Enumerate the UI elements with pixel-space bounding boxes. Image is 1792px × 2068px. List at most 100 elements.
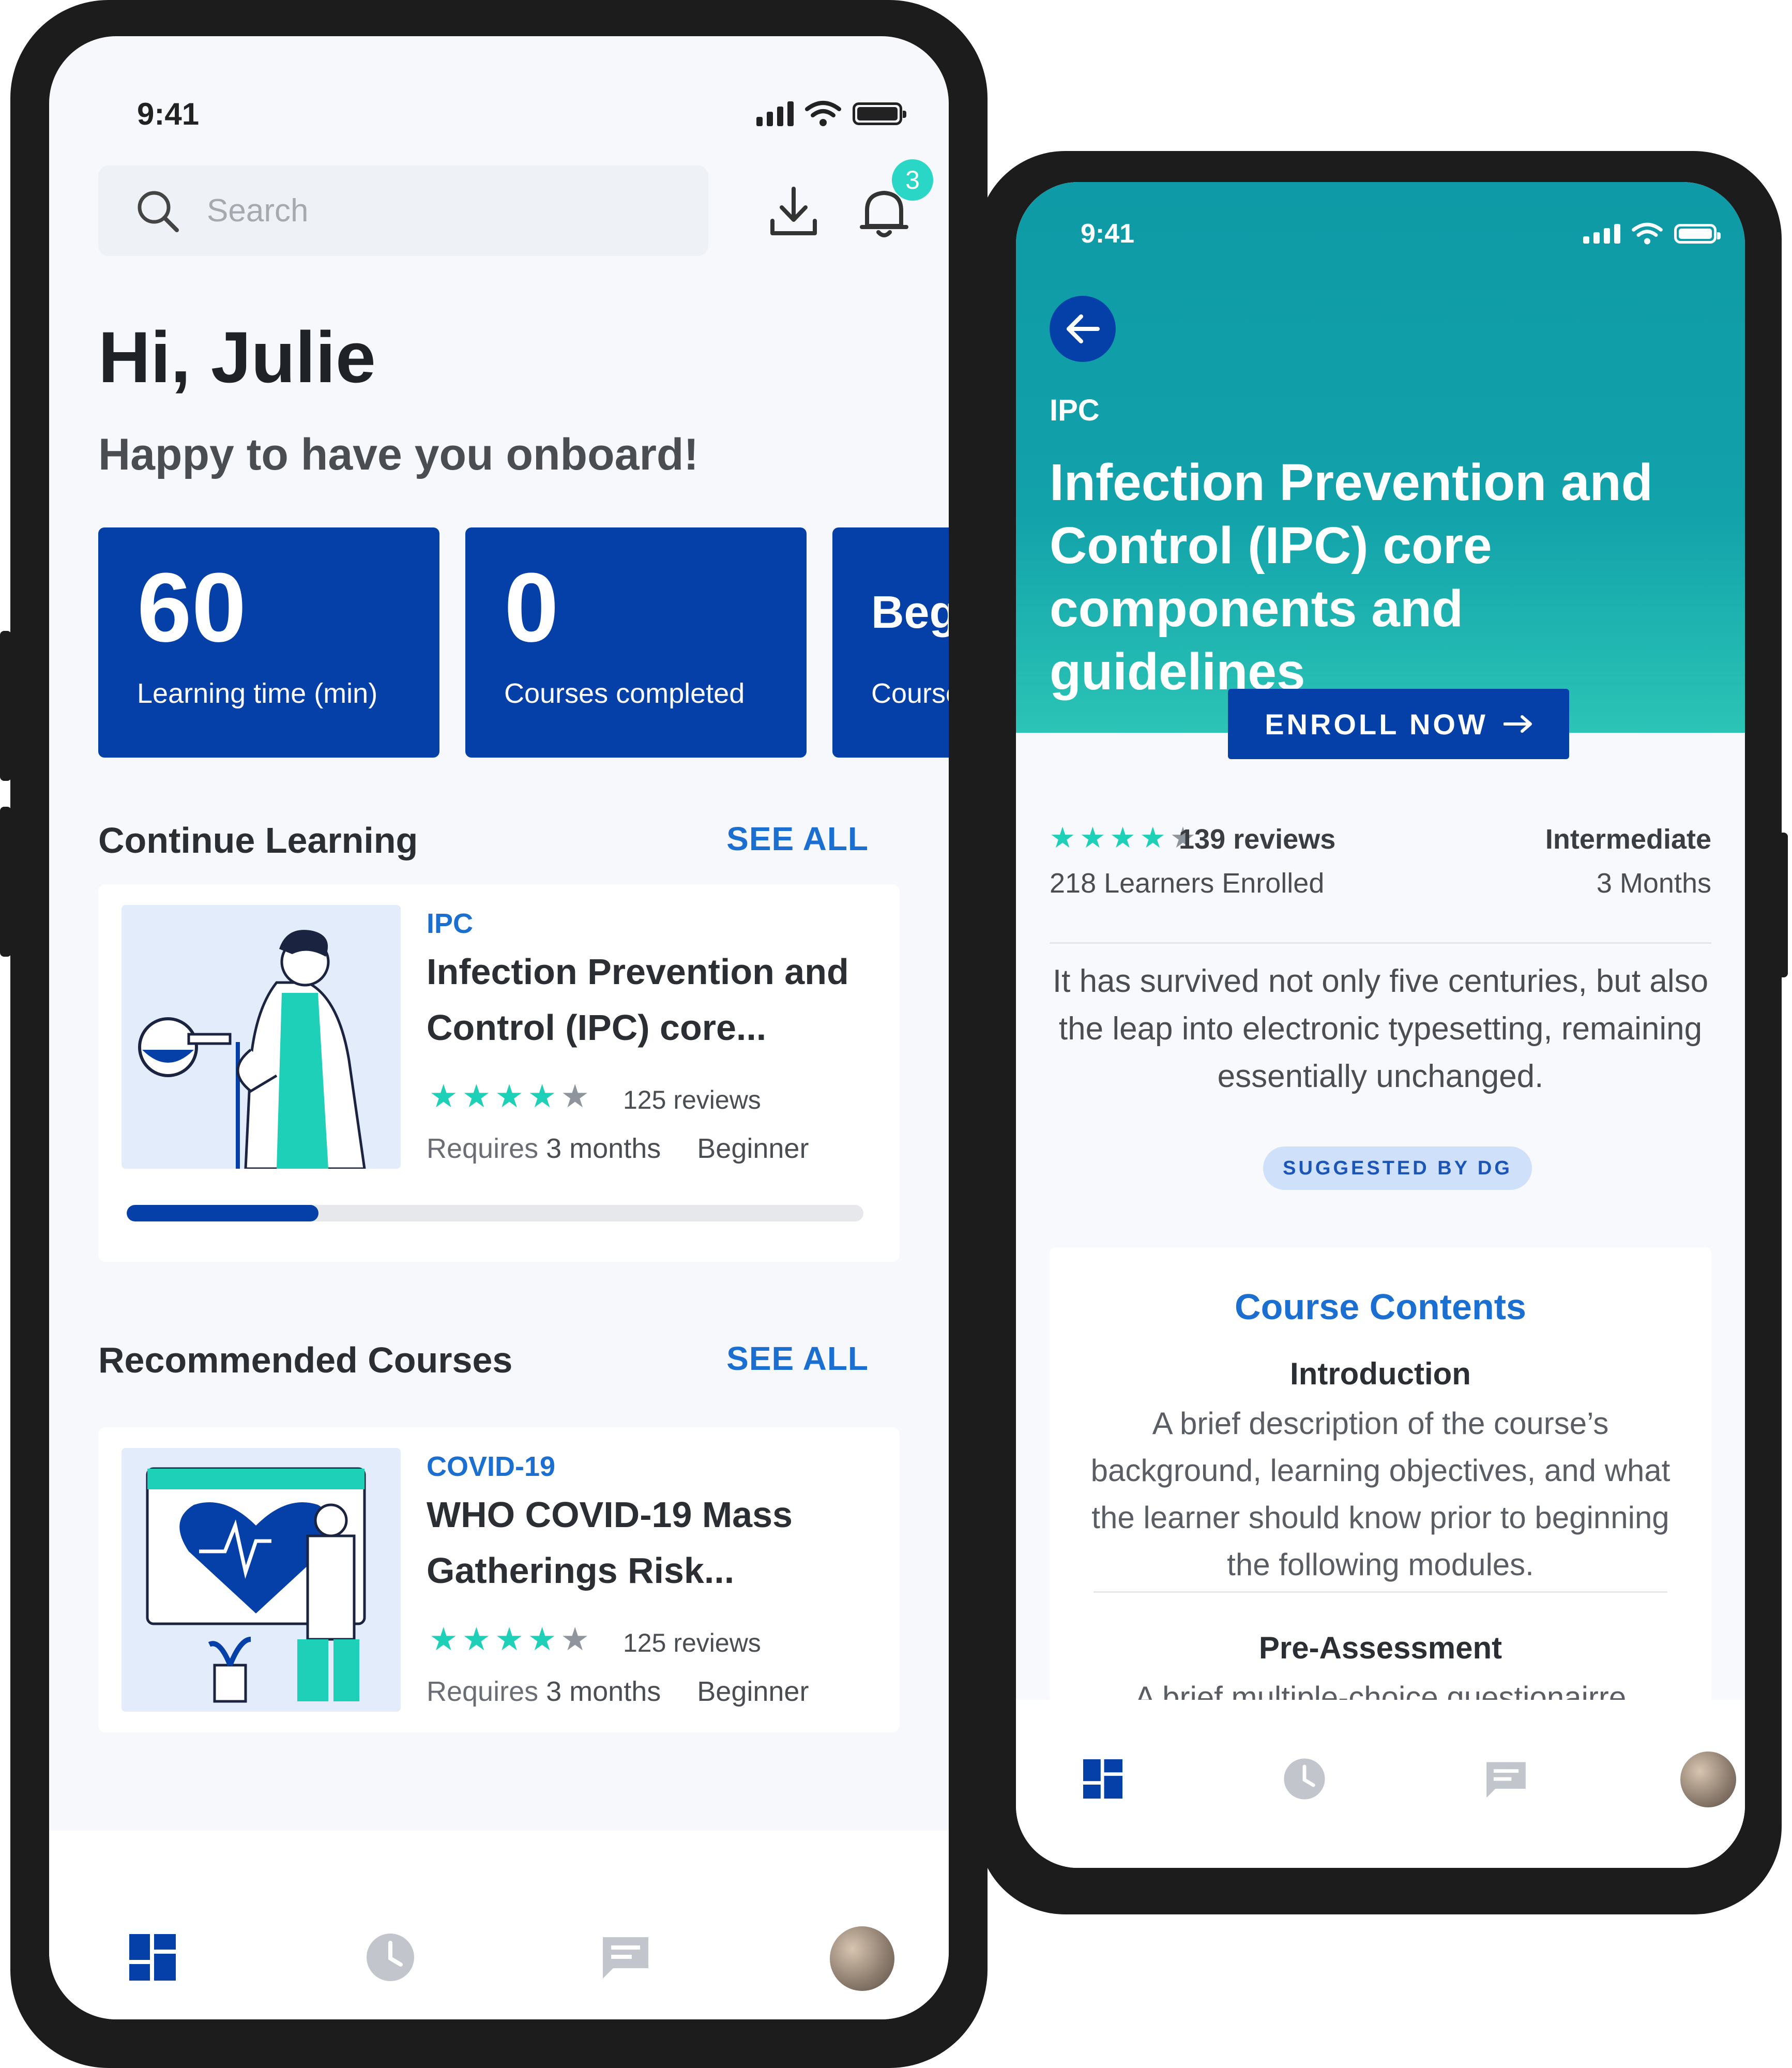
greeting-subtitle: Happy to have you onboard!: [98, 430, 699, 479]
status-bar: 9:41: [1016, 213, 1745, 254]
back-button[interactable]: [1050, 296, 1116, 362]
stat-label: Learning time (min): [137, 678, 378, 709]
star-icon: ★: [429, 1079, 458, 1114]
enroll-now-button[interactable]: ENROLL NOW: [1228, 689, 1569, 759]
recommended-course-card[interactable]: COVID-19 WHO COVID-19 Mass Gatherings Ri…: [98, 1427, 900, 1732]
profile-avatar[interactable]: [1680, 1752, 1736, 1807]
signal-icon: [1583, 224, 1620, 244]
rating-stars: ★ ★ ★ ★ ★: [429, 1081, 589, 1113]
profile-avatar[interactable]: [830, 1926, 894, 1991]
search-placeholder: Search: [207, 193, 309, 229]
star-icon: ★: [495, 1622, 524, 1657]
module-heading[interactable]: Introduction: [1050, 1356, 1711, 1392]
scientist-illustration: [138, 930, 366, 1169]
course-progress-bar: [127, 1205, 863, 1221]
course-title: WHO COVID-19 Mass Gatherings Risk...: [427, 1487, 882, 1598]
rating-stars: ★ ★ ★ ★ ★: [1050, 823, 1196, 852]
continue-course-card[interactable]: IPC Infection Prevention and Control (IP…: [98, 884, 900, 1262]
right-phone: 9:41 IPC Infection Prevention and Contro…: [977, 151, 1782, 1914]
left-phone: 9:41 Search 3 Hi, Julie Happy to have yo…: [10, 0, 988, 2068]
review-count: 125 reviews: [623, 1628, 761, 1657]
heart-monitor-illustration: [146, 1467, 366, 1703]
battery-icon: [1674, 224, 1721, 244]
duration: 3 months: [546, 1676, 661, 1707]
course-category: IPC: [1050, 394, 1100, 427]
duration: 3 months: [546, 1133, 661, 1164]
requires-label: Requires: [427, 1676, 539, 1707]
history-clock-tab-icon[interactable]: [365, 1931, 416, 1983]
module-heading[interactable]: Pre-Assessment: [1050, 1630, 1711, 1666]
stat-value: 0: [504, 553, 559, 662]
course-level: Intermediate: [1545, 824, 1711, 855]
status-time: 9:41: [137, 96, 200, 131]
dashboard-tab-icon[interactable]: [129, 1934, 176, 1981]
course-meta: Requires 3 months Beginner: [427, 1133, 809, 1165]
requires-label: Requires: [427, 1133, 539, 1164]
stat-value: 60: [137, 553, 247, 662]
review-count: 139 reviews: [1179, 824, 1336, 855]
course-hero: 9:41 IPC Infection Prevention and Contro…: [1016, 182, 1745, 733]
history-clock-tab-icon[interactable]: [1282, 1757, 1327, 1801]
course-title-line: Control (IPC) core...: [427, 1007, 767, 1048]
continue-learning-title: Continue Learning: [98, 820, 418, 861]
star-icon: ★: [527, 1622, 557, 1657]
stat-label: Courses completed: [504, 678, 745, 709]
battery-icon: [853, 102, 906, 125]
messages-tab-icon[interactable]: [600, 1934, 651, 1981]
download-icon[interactable]: [765, 184, 822, 240]
stat-label: Course: [871, 678, 949, 709]
module-description: A brief description of the course’s back…: [1090, 1406, 1670, 1582]
star-icon: ★: [560, 1622, 589, 1657]
search-icon: [138, 191, 179, 232]
dashboard-tab-icon[interactable]: [1083, 1759, 1122, 1799]
course-duration: 3 Months: [1596, 868, 1711, 899]
course-category: COVID-19: [427, 1451, 556, 1482]
signal-icon: [756, 101, 794, 126]
divider: [1050, 942, 1711, 944]
arrow-right-icon: [1503, 715, 1532, 733]
recommended-see-all-link[interactable]: SEE ALL: [726, 1339, 869, 1378]
recommended-title: Recommended Courses: [98, 1340, 513, 1380]
bottom-tab-bar: [1016, 1700, 1745, 1868]
home-screen: 9:41 Search 3 Hi, Julie Happy to have yo…: [49, 36, 949, 2019]
stat-course-level[interactable]: Beg Course: [832, 527, 949, 758]
course-title-line: Infection Prevention and: [427, 952, 849, 992]
side-button: [0, 631, 11, 781]
course-meta: Requires 3 months Beginner: [427, 1675, 809, 1708]
search-bar[interactable]: Search: [98, 165, 708, 256]
stat-learning-time[interactable]: 60 Learning time (min): [98, 527, 439, 758]
star-icon: ★: [527, 1079, 557, 1114]
course-contents-title: Course Contents: [1235, 1287, 1526, 1327]
course-category: IPC: [427, 908, 474, 939]
course-thumbnail: [122, 905, 401, 1169]
learners-enrolled: 218 Learners Enrolled: [1050, 868, 1325, 899]
course-title-line: WHO COVID-19 Mass: [427, 1495, 793, 1535]
continue-see-all-link[interactable]: SEE ALL: [726, 820, 869, 858]
star-icon: ★: [560, 1079, 589, 1114]
side-button: [0, 807, 11, 957]
progress-fill: [127, 1205, 318, 1221]
review-count: 125 reviews: [623, 1085, 761, 1114]
enroll-label: ENROLL NOW: [1265, 707, 1488, 741]
stat-value: Beg: [871, 586, 949, 638]
wifi-icon: [805, 101, 841, 126]
messages-tab-icon[interactable]: [1484, 1759, 1528, 1800]
star-icon: ★: [1140, 821, 1166, 854]
star-icon: ★: [462, 1622, 491, 1657]
level: Beginner: [697, 1676, 809, 1707]
wifi-icon: [1632, 222, 1663, 245]
star-icon: ★: [495, 1079, 524, 1114]
star-icon: ★: [462, 1079, 491, 1114]
suggested-badge: SUGGESTED BY DG: [1263, 1146, 1532, 1190]
star-icon: ★: [1050, 821, 1076, 854]
course-thumbnail: [122, 1448, 401, 1712]
course-detail-screen: 9:41 IPC Infection Prevention and Contro…: [1016, 182, 1745, 1868]
star-icon: ★: [1080, 821, 1106, 854]
rating-stars: ★ ★ ★ ★ ★: [429, 1624, 589, 1656]
status-time: 9:41: [1081, 219, 1135, 249]
notification-badge: 3: [892, 159, 933, 201]
course-description: It has survived not only five centuries,…: [1052, 963, 1709, 1094]
stat-courses-completed[interactable]: 0 Courses completed: [465, 527, 807, 758]
divider: [1094, 1591, 1667, 1593]
bottom-tab-bar: [49, 1831, 949, 2019]
